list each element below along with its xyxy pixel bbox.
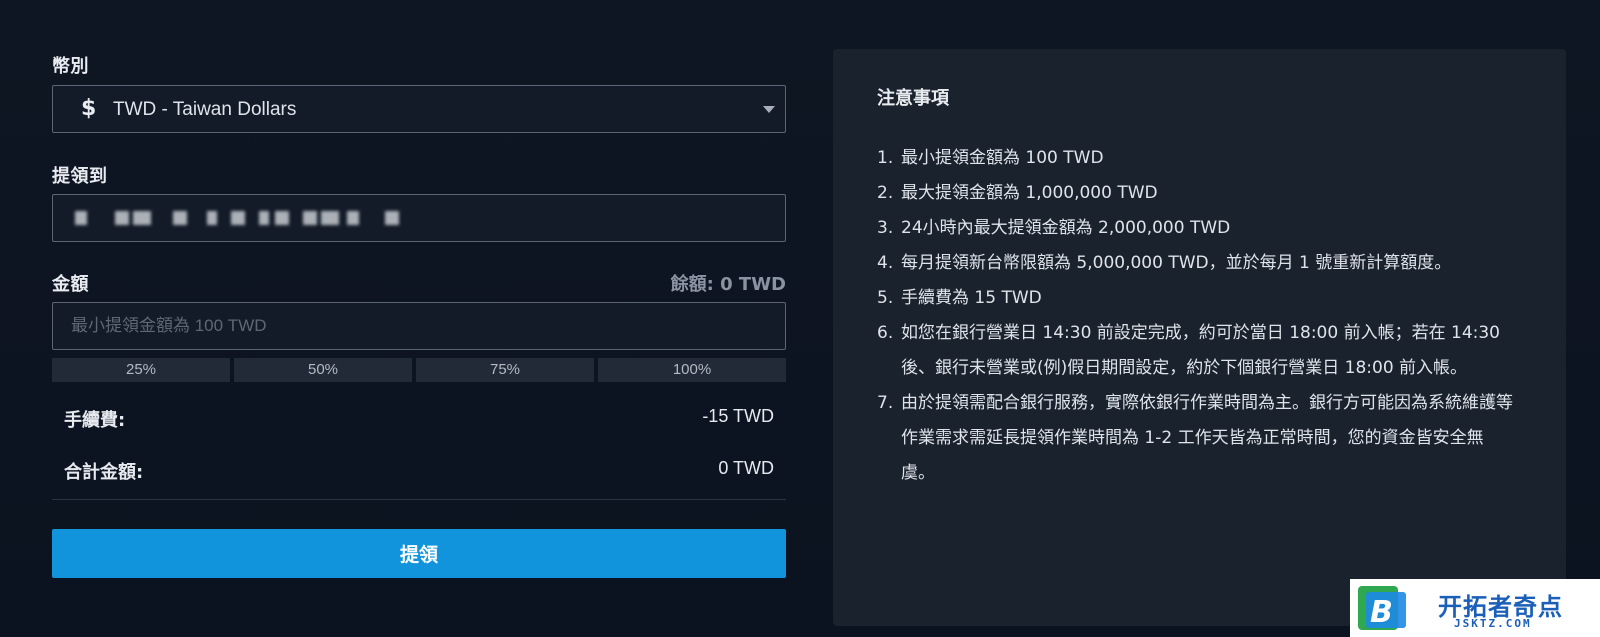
fee-row: 手續費: -15 TWD (64, 406, 774, 434)
note-item: 4. 每月提領新台幣限額為 5,000,000 TWD，並於每月 1 號重新計算額… (877, 246, 1517, 281)
percent-100-button[interactable]: 100% (598, 358, 786, 382)
currency-label: 幣別 (52, 56, 89, 77)
watermark-logo: B 开拓者奇点 JSKTZ.COM (1350, 579, 1600, 637)
note-item: 5. 手續費為 15 TWD (877, 281, 1517, 316)
note-text: 由於提領需配合銀行服務，實際依銀行作業時間為主。銀行方可能因為系統維護等作業需求… (901, 393, 1513, 483)
amount-label: 金額 (52, 274, 89, 295)
total-value: 0 TWD (718, 458, 774, 478)
note-number: 5. (877, 288, 894, 308)
percent-50-button[interactable]: 50% (234, 358, 412, 382)
currency-select-value: TWD - Taiwan Dollars (113, 99, 297, 120)
total-row: 合計金額: 0 TWD (64, 458, 774, 486)
note-number: 3. (877, 218, 894, 238)
notes-panel: 注意事項 1. 最小提領金額為 100 TWD 2. 最大提領金額為 1,000,0… (833, 49, 1566, 626)
divider (52, 499, 786, 500)
note-item: 6. 如您在銀行營業日 14:30 前設定完成，約可於當日 18:00 前入帳；若… (877, 316, 1517, 386)
notes-list: 1. 最小提領金額為 100 TWD 2. 最大提領金額為 1,000,000 TW… (877, 141, 1517, 491)
note-number: 2. (877, 183, 894, 203)
amount-input[interactable] (53, 303, 785, 349)
chevron-down-icon (763, 106, 775, 113)
percent-25-button[interactable]: 25% (52, 358, 230, 382)
note-text: 手續費為 15 TWD (901, 288, 1042, 308)
withdraw-account-field[interactable] (52, 194, 786, 242)
note-text: 如您在銀行營業日 14:30 前設定完成，約可於當日 18:00 前入帳；若在 … (901, 323, 1500, 378)
note-item: 7. 由於提領需配合銀行服務，實際依銀行作業時間為主。銀行方可能因為系統維護等作業… (877, 386, 1517, 491)
withdraw-to-label: 提領到 (52, 166, 108, 187)
note-number: 6. (877, 323, 894, 343)
note-text: 最小提領金額為 100 TWD (901, 148, 1104, 168)
balance-text: 餘額: 0 TWD (670, 274, 786, 295)
withdraw-page: 幣別 $ TWD - Taiwan Dollars 提領到 金額 餘額: 0 T… (0, 0, 1600, 637)
note-item: 1. 最小提領金額為 100 TWD (877, 141, 1517, 176)
fee-value: -15 TWD (702, 406, 774, 426)
note-number: 1. (877, 148, 894, 168)
svg-text:B: B (1370, 595, 1393, 630)
note-text: 最大提領金額為 1,000,000 TWD (901, 183, 1158, 203)
note-item: 2. 最大提領金額為 1,000,000 TWD (877, 176, 1517, 211)
fee-label: 手續費: (64, 410, 126, 431)
note-text: 每月提領新台幣限額為 5,000,000 TWD，並於每月 1 號重新計算額度。 (901, 253, 1452, 273)
note-number: 4. (877, 253, 894, 273)
note-item: 3. 24小時內最大提領金額為 2,000,000 TWD (877, 211, 1517, 246)
note-text: 24小時內最大提領金額為 2,000,000 TWD (901, 218, 1231, 238)
amount-input-wrapper (52, 302, 786, 350)
logo-subtext: JSKTZ.COM (1454, 617, 1532, 630)
percent-buttons: 25% 50% 75% 100% (52, 358, 786, 382)
note-number: 7. (877, 393, 894, 413)
withdraw-submit-button[interactable]: 提領 (52, 529, 786, 578)
dollar-icon: $ (81, 96, 97, 121)
currency-select[interactable]: $ TWD - Taiwan Dollars (52, 85, 786, 133)
notes-title: 注意事項 (877, 88, 949, 109)
percent-75-button[interactable]: 75% (416, 358, 594, 382)
total-label: 合計金額: (64, 462, 144, 483)
logo-b-icon: B (1358, 586, 1406, 630)
